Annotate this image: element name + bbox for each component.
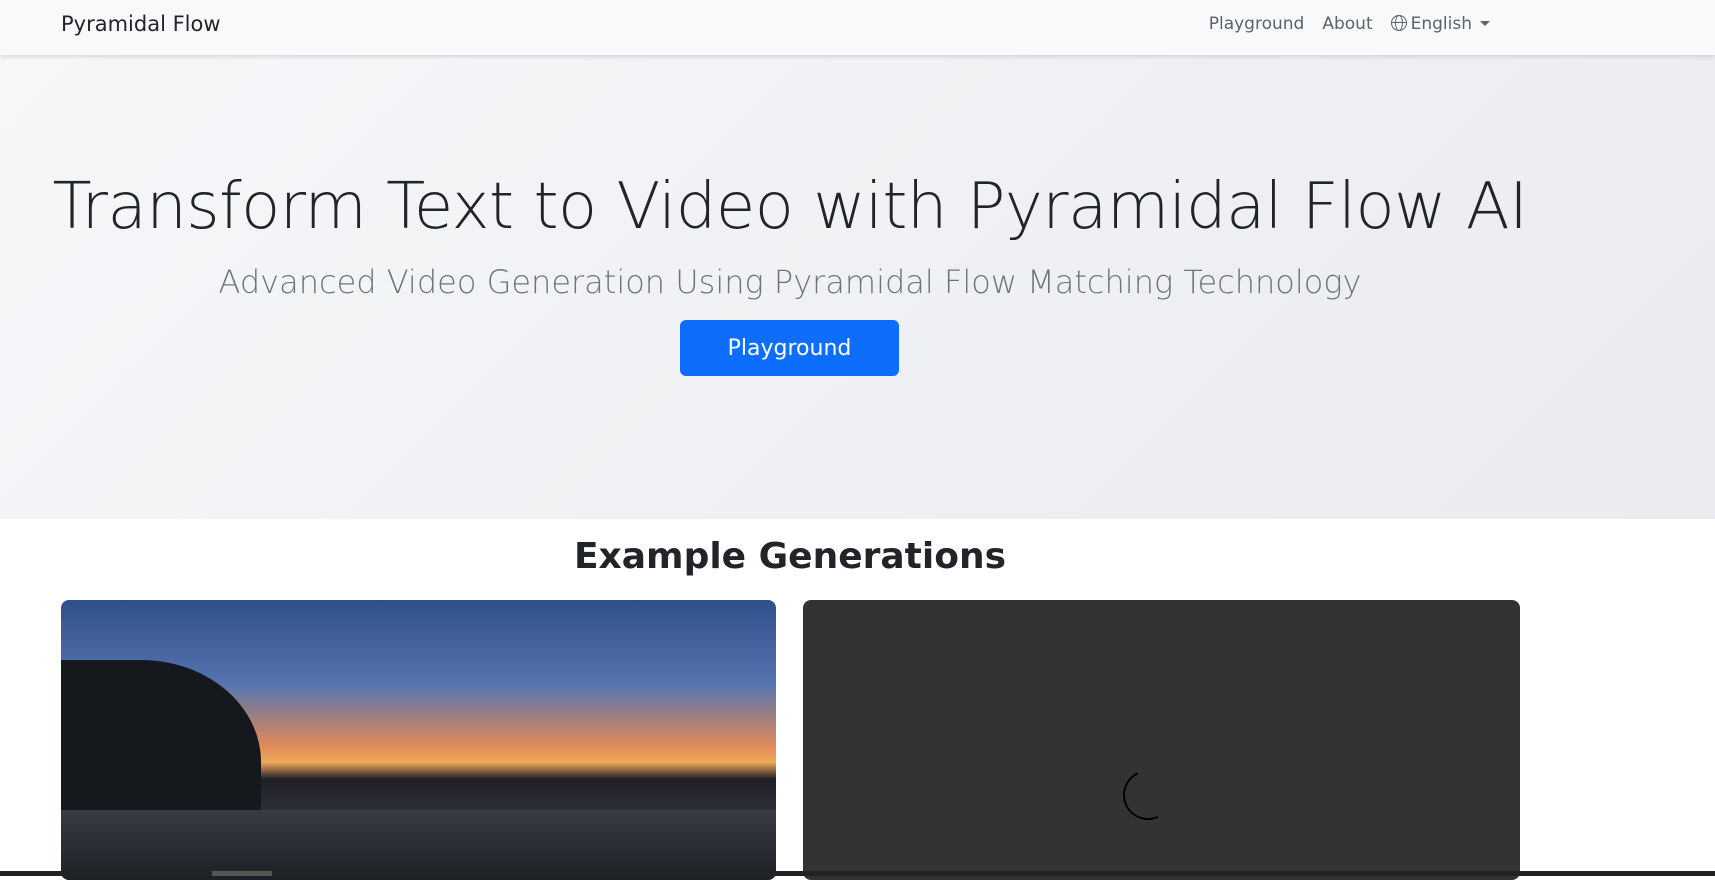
video-road [61, 810, 776, 880]
playground-button[interactable]: Playground [680, 320, 899, 376]
example-video-highway[interactable] [61, 600, 776, 880]
globe-icon [1390, 15, 1407, 31]
brand-link[interactable]: Pyramidal Flow [61, 12, 221, 36]
hero-title: Transform Text to Video with Pyramidal F… [52, 170, 1528, 244]
hero-section: Transform Text to Video with Pyramidal F… [0, 55, 1715, 519]
language-dropdown[interactable]: English [1390, 14, 1490, 34]
examples-heading: Example Generations [573, 536, 1007, 577]
nav-about[interactable]: About [1322, 14, 1372, 34]
navbar: Pyramidal Flow Playground About English [0, 0, 1715, 55]
example-video-loading[interactable] [803, 600, 1520, 880]
nav-playground[interactable]: Playground [1209, 14, 1305, 34]
language-label: English [1410, 14, 1472, 34]
scrollbar-thumb[interactable] [212, 871, 272, 876]
video-trees [61, 660, 261, 830]
nav-links: Playground About English [1209, 14, 1490, 34]
loading-spinner-icon [1115, 762, 1181, 828]
caret-down-icon [1480, 21, 1490, 26]
hero-subtitle: Advanced Video Generation Using Pyramida… [218, 263, 1362, 301]
